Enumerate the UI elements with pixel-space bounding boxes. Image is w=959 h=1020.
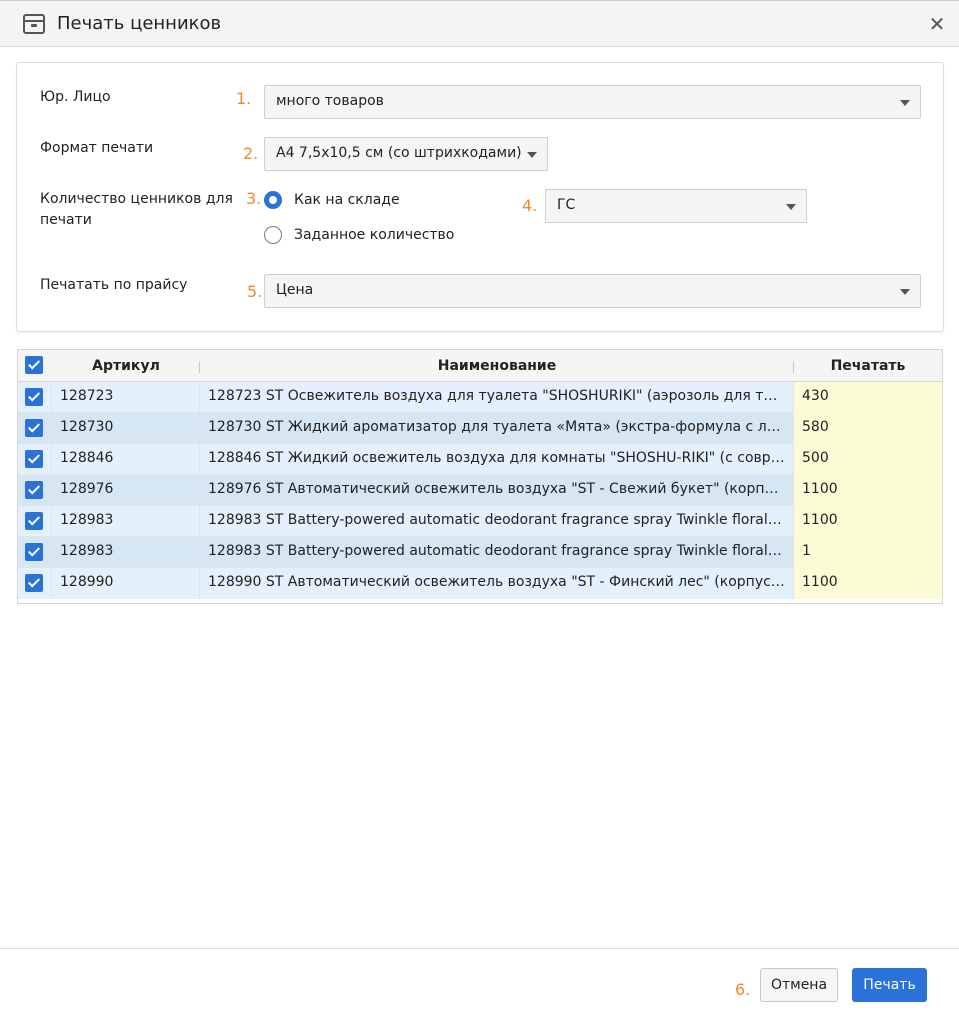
warehouse-select[interactable]: ГС	[545, 189, 807, 223]
row-qty[interactable]: 430	[802, 388, 829, 404]
row-qty[interactable]: 1100	[802, 574, 838, 590]
print-button[interactable]: Печать	[852, 968, 927, 1002]
row-article: 128730	[60, 419, 114, 435]
row-qty[interactable]: 580	[802, 419, 829, 435]
row-qty-cell[interactable]: 430	[794, 382, 942, 413]
row-name: 128846 ST Жидкий освежитель воздуха для …	[208, 450, 785, 466]
warehouse-value: ГС	[557, 197, 576, 213]
quantity-label-line1: Количество ценников для	[40, 191, 233, 207]
row-article: 128990	[60, 574, 114, 590]
row-name: 128983 ST Battery-powered automatic deod…	[208, 512, 785, 528]
table-row[interactable]: 128723 128723 ST Освежитель воздуха для …	[18, 382, 942, 413]
box-icon	[22, 13, 46, 35]
marker-1: 1.	[236, 89, 252, 108]
row-name: 128983 ST Battery-powered automatic deod…	[208, 543, 785, 559]
marker-3: 3.	[246, 189, 262, 208]
marker-2: 2.	[243, 144, 259, 163]
marker-6: 6.	[735, 980, 751, 999]
products-table: Артикул Наименование Печатать 128723 128…	[17, 349, 943, 604]
cancel-button[interactable]: Отмена	[760, 968, 838, 1002]
row-checkbox[interactable]	[25, 419, 43, 437]
row-article: 128983	[60, 543, 114, 559]
chevron-down-icon	[900, 100, 910, 106]
table-row[interactable]: 128990 128990 ST Автоматический освежите…	[18, 568, 942, 599]
row-article: 128976	[60, 481, 114, 497]
row-qty-cell[interactable]: 1100	[794, 506, 942, 537]
row-qty[interactable]: 1100	[802, 512, 838, 528]
marker-4: 4.	[522, 196, 538, 215]
radio-given-quantity[interactable]	[264, 226, 282, 244]
table-row[interactable]: 128983 128983 ST Battery-powered automat…	[18, 537, 942, 568]
row-name: 128990 ST Автоматический освежитель возд…	[208, 574, 785, 590]
row-article: 128983	[60, 512, 114, 528]
col-header-article[interactable]: Артикул	[52, 358, 200, 374]
chevron-down-icon	[786, 204, 796, 210]
row-checkbox[interactable]	[25, 450, 43, 468]
legal-entity-select[interactable]: много товаров	[264, 85, 921, 119]
row-qty-cell[interactable]: 1100	[794, 568, 942, 599]
row-qty-cell[interactable]: 1	[794, 537, 942, 568]
row-article: 128723	[60, 388, 114, 404]
row-qty[interactable]: 1100	[802, 481, 838, 497]
legal-entity-label: Юр. Лицо	[40, 89, 111, 105]
print-format-select[interactable]: А4 7,5х10,5 см (со штрихкодами)	[264, 137, 548, 171]
print-format-value: А4 7,5х10,5 см (со штрихкодами)	[276, 145, 522, 161]
marker-5: 5.	[247, 282, 263, 301]
table-row[interactable]: 128730 128730 ST Жидкий ароматизатор для…	[18, 413, 942, 444]
print-format-label: Формат печати	[40, 140, 154, 156]
chevron-down-icon	[900, 289, 910, 295]
row-qty[interactable]: 1	[802, 543, 811, 559]
row-qty-cell[interactable]: 580	[794, 413, 942, 444]
row-article: 128846	[60, 450, 114, 466]
col-header-print[interactable]: Печатать	[794, 358, 942, 374]
table-row[interactable]: 128846 128846 ST Жидкий освежитель возду…	[18, 444, 942, 475]
quantity-label-line2: печати	[40, 212, 92, 228]
row-qty[interactable]: 500	[802, 450, 829, 466]
radio-as-in-stock-label[interactable]: Как на складе	[294, 190, 400, 210]
price-list-value: Цена	[276, 282, 314, 298]
row-name: 128723 ST Освежитель воздуха для туалета…	[208, 388, 785, 404]
price-list-label: Печатать по прайсу	[40, 277, 188, 293]
table-row[interactable]: 128983 128983 ST Battery-powered automat…	[18, 506, 942, 537]
dialog-title: Печать ценников	[57, 13, 222, 34]
row-name: 128730 ST Жидкий ароматизатор для туалет…	[208, 419, 785, 435]
col-header-name[interactable]: Наименование	[200, 358, 794, 374]
radio-as-in-stock[interactable]	[264, 191, 282, 209]
table-header: Артикул Наименование Печатать	[18, 350, 942, 382]
legal-entity-value: много товаров	[276, 93, 384, 109]
row-checkbox[interactable]	[25, 481, 43, 499]
chevron-down-icon	[527, 152, 537, 158]
row-checkbox[interactable]	[25, 543, 43, 561]
table-row[interactable]: 128976 128976 ST Автоматический освежите…	[18, 475, 942, 506]
row-qty-cell[interactable]: 1100	[794, 475, 942, 506]
row-qty-cell[interactable]: 500	[794, 444, 942, 475]
dialog-titlebar: Печать ценников ✕	[0, 0, 959, 47]
radio-given-quantity-label[interactable]: Заданное количество	[294, 225, 454, 245]
select-all-checkbox[interactable]	[25, 356, 43, 374]
close-icon[interactable]: ✕	[927, 13, 947, 35]
row-name: 128976 ST Автоматический освежитель возд…	[208, 481, 785, 497]
row-checkbox[interactable]	[25, 512, 43, 530]
row-checkbox[interactable]	[25, 574, 43, 592]
row-checkbox[interactable]	[25, 388, 43, 406]
price-list-select[interactable]: Цена	[264, 274, 921, 308]
